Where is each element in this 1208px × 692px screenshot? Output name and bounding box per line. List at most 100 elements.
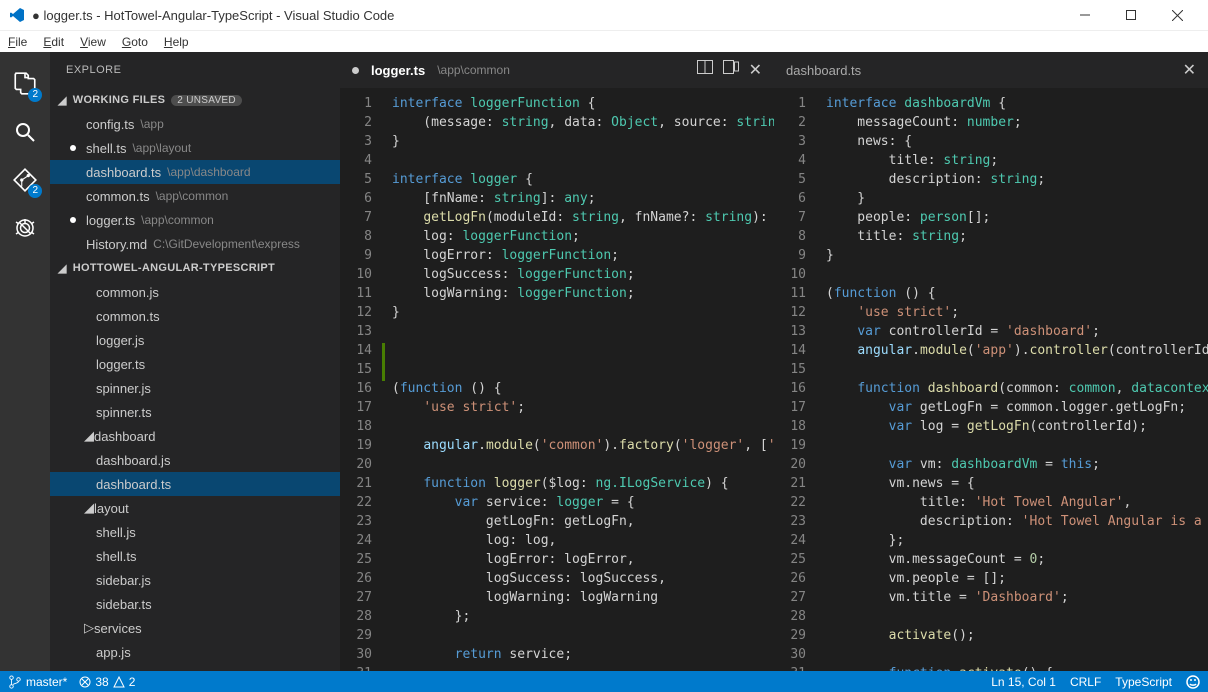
tree-item[interactable]: spinner.ts — [50, 400, 340, 424]
explorer-badge: 2 — [28, 88, 42, 102]
tree-item[interactable]: sidebar.js — [50, 568, 340, 592]
tree-item[interactable]: ◢ dashboard — [50, 424, 340, 448]
line-gutter: 1234567891011121314151617181920212223242… — [774, 88, 816, 671]
editor-group-left: logger.ts \app\common ✕ 1234567891011121… — [340, 52, 774, 671]
file-path: \app\dashboard — [167, 165, 250, 179]
tree-item[interactable]: spinner.js — [50, 376, 340, 400]
tab-filename: dashboard.ts — [786, 63, 861, 78]
menu-view[interactable]: View — [80, 35, 106, 49]
tree-item[interactable]: dashboard.js — [50, 448, 340, 472]
project-header[interactable]: ◢ HOTTOWEL-ANGULAR-TYPESCRIPT — [50, 256, 340, 280]
tree-label: shell.ts — [96, 549, 136, 564]
working-file-item[interactable]: logger.ts \app\common — [50, 208, 340, 232]
editor-body-left[interactable]: 1234567891011121314151617181920212223242… — [340, 88, 774, 671]
tree-label: app.js — [96, 645, 131, 660]
sidebar-title: EXPLORE — [50, 52, 340, 88]
editor-group-right: dashboard.ts ✕ 1234567891011121314151617… — [774, 52, 1208, 671]
tree-label: dashboard.ts — [96, 477, 171, 492]
tree-item[interactable]: ◢ layout — [50, 496, 340, 520]
sidebar: EXPLORE ◢ WORKING FILES 2 UNSAVED config… — [50, 52, 340, 671]
editor-actions-icon[interactable] — [723, 60, 739, 80]
tree-label: common.js — [96, 285, 159, 300]
code-content[interactable]: interface dashboardVm { messageCount: nu… — [816, 88, 1208, 671]
vscode-logo-icon — [8, 6, 26, 24]
tree-item[interactable]: shell.ts — [50, 544, 340, 568]
tree-item[interactable]: ▷ services — [50, 616, 340, 640]
close-editor-button[interactable]: ✕ — [1183, 60, 1196, 80]
tree-label: shell.js — [96, 525, 136, 540]
working-file-item[interactable]: common.ts \app\common — [50, 184, 340, 208]
folder-arrow-icon: ◢ — [84, 500, 94, 516]
problems-status[interactable]: 38 2 — [79, 675, 135, 689]
folder-arrow-icon: ◢ — [84, 428, 94, 444]
language-mode[interactable]: TypeScript — [1115, 675, 1172, 689]
minimize-button[interactable] — [1062, 0, 1108, 30]
tree-label: spinner.ts — [96, 405, 152, 420]
close-editor-button[interactable]: ✕ — [749, 60, 762, 80]
file-path: \app\layout — [132, 141, 191, 155]
error-count: 38 — [95, 675, 108, 689]
tree-label: logger.ts — [96, 357, 145, 372]
menu-edit[interactable]: Edit — [43, 35, 64, 49]
menu-file[interactable]: File — [8, 35, 27, 49]
menu-goto[interactable]: Goto — [122, 35, 148, 49]
editor-area: logger.ts \app\common ✕ 1234567891011121… — [340, 52, 1208, 671]
editor-tab-right[interactable]: dashboard.ts ✕ — [774, 52, 1208, 88]
editor-body-right[interactable]: 1234567891011121314151617181920212223242… — [774, 88, 1208, 671]
tree-label: common.ts — [96, 309, 160, 324]
dirty-indicator-icon — [352, 67, 359, 74]
cursor-position[interactable]: Ln 15, Col 1 — [991, 675, 1056, 689]
tab-path: \app\common — [437, 63, 510, 77]
tree-item[interactable]: common.ts — [50, 304, 340, 328]
tree-item[interactable]: app.js — [50, 640, 340, 664]
working-file-item[interactable]: config.ts \app — [50, 112, 340, 136]
working-file-item[interactable]: dashboard.ts \app\dashboard — [50, 160, 340, 184]
dirty-dot-icon — [70, 145, 76, 151]
close-window-button[interactable] — [1154, 0, 1200, 30]
editor-tab-left[interactable]: logger.ts \app\common ✕ — [340, 52, 774, 88]
split-editor-icon[interactable] — [697, 60, 713, 80]
tree-label: logger.js — [96, 333, 144, 348]
tree-item[interactable]: app.ts — [50, 664, 340, 671]
file-name: config.ts — [86, 117, 134, 132]
eol-indicator[interactable]: CRLF — [1070, 675, 1101, 689]
titlebar: ● logger.ts - HotTowel-Angular-TypeScrip… — [0, 0, 1208, 30]
maximize-button[interactable] — [1108, 0, 1154, 30]
activitybar: 2 2 — [0, 52, 50, 671]
working-files-list: config.ts \appshell.ts \app\layoutdashbo… — [50, 112, 340, 256]
chevron-down-icon: ◢ — [58, 262, 67, 275]
line-gutter: 1234567891011121314151617181920212223242… — [340, 88, 382, 671]
tree-item[interactable]: shell.js — [50, 520, 340, 544]
explorer-icon[interactable]: 2 — [0, 60, 50, 108]
warning-count: 2 — [129, 675, 136, 689]
source-control-icon[interactable]: 2 — [0, 156, 50, 204]
tree-item[interactable]: logger.ts — [50, 352, 340, 376]
git-branch-status[interactable]: master* — [8, 675, 67, 689]
working-files-header[interactable]: ◢ WORKING FILES 2 UNSAVED — [50, 88, 340, 112]
tree-label: dashboard.js — [96, 453, 170, 468]
window-title: ● logger.ts - HotTowel-Angular-TypeScrip… — [32, 8, 394, 23]
feedback-icon[interactable] — [1186, 675, 1200, 689]
tree-item[interactable]: dashboard.ts — [50, 472, 340, 496]
code-content[interactable]: interface loggerFunction { (message: str… — [382, 88, 774, 671]
tree-label: sidebar.ts — [96, 597, 152, 612]
menubar: File Edit View Goto Help — [0, 30, 1208, 52]
project-label: HOTTOWEL-ANGULAR-TYPESCRIPT — [73, 262, 275, 274]
tree-item[interactable]: logger.js — [50, 328, 340, 352]
menu-help[interactable]: Help — [164, 35, 189, 49]
unsaved-badge: 2 UNSAVED — [171, 95, 242, 106]
file-name: History.md — [86, 237, 147, 252]
file-name: dashboard.ts — [86, 165, 161, 180]
tree-label: sidebar.js — [96, 573, 151, 588]
folder-arrow-icon: ▷ — [84, 620, 94, 636]
file-path: C:\GitDevelopment\express — [153, 237, 300, 251]
tab-filename: logger.ts — [371, 63, 425, 78]
branch-name: master* — [26, 675, 67, 689]
working-file-item[interactable]: shell.ts \app\layout — [50, 136, 340, 160]
tree-item[interactable]: common.js — [50, 280, 340, 304]
search-icon[interactable] — [0, 108, 50, 156]
tree-item[interactable]: sidebar.ts — [50, 592, 340, 616]
debug-icon[interactable] — [0, 204, 50, 252]
file-tree: common.js common.ts logger.js logger.ts spin… — [50, 280, 340, 671]
working-file-item[interactable]: History.md C:\GitDevelopment\express — [50, 232, 340, 256]
